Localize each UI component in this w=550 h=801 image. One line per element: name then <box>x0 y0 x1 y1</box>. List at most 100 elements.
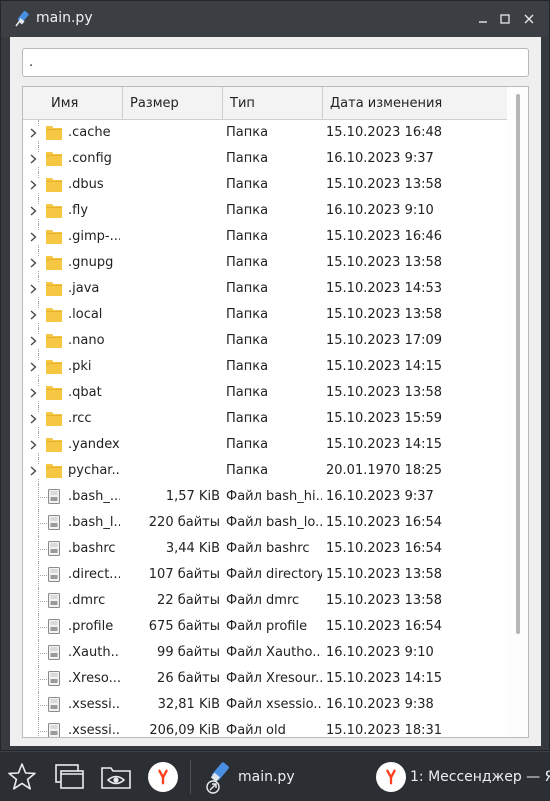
chevron-right-icon[interactable] <box>27 230 39 244</box>
tree-row-folder[interactable]: .dbus Папка 15.10.2023 13:58 <box>23 172 509 198</box>
tree-row-file[interactable]: .direct... 107 байты Файл directory 15.10.2… <box>23 562 509 588</box>
file-name: .local <box>68 307 103 322</box>
file-type: Файл bash_hi... <box>226 489 322 504</box>
tree-row-folder[interactable]: .fly Папка 16.10.2023 9:10 <box>23 198 509 224</box>
maximize-button[interactable] <box>496 10 514 28</box>
file-name: .qbat <box>68 385 102 400</box>
file-modified-date: 15.10.2023 14:53 <box>326 281 443 296</box>
chevron-right-icon[interactable] <box>27 126 39 140</box>
tree-row-file[interactable]: .Xauth... 99 байты Файл Xautho... 16.10.202… <box>23 640 509 666</box>
tree-row-file[interactable]: .dmrc 22 байты Файл dmrc 15.10.2023 13:58 <box>23 588 509 614</box>
file-type: Файл profile <box>226 619 308 634</box>
file-size: 3,44 KiB <box>165 541 220 556</box>
tree-row-folder[interactable]: .pki Папка 15.10.2023 14:15 <box>23 354 509 380</box>
file-icon <box>45 514 63 531</box>
file-type: Файл Xresour... <box>226 671 322 686</box>
tree-row-folder[interactable]: .local Папка 15.10.2023 13:58 <box>23 302 509 328</box>
tree-branch-line <box>38 718 39 737</box>
file-icon <box>45 488 63 505</box>
tree-row-file[interactable]: .profile 675 байты Файл profile 15.10.2023 … <box>23 614 509 640</box>
chevron-right-icon[interactable] <box>27 438 39 452</box>
tree-header: Имя Размер Тип Дата изменения <box>23 87 509 120</box>
tree-row-file[interactable]: .xsessi... 206,09 KiB Файл old 15.10.2023 1… <box>23 718 509 738</box>
chevron-right-icon[interactable] <box>27 152 39 166</box>
tree-row-folder[interactable]: .rcc Папка 15.10.2023 15:59 <box>23 406 509 432</box>
tree-row-folder[interactable]: .config Папка 16.10.2023 9:37 <box>23 146 509 172</box>
tree-row-folder[interactable]: .nano Папка 15.10.2023 17:09 <box>23 328 509 354</box>
tree-row-file[interactable]: .bash_l... 220 байты Файл bash_lo... 15.10.… <box>23 510 509 536</box>
file-modified-date: 15.10.2023 15:59 <box>326 411 443 426</box>
file-size: 99 байты <box>157 645 220 660</box>
file-name: .bash_... <box>68 489 120 504</box>
tree-row-folder[interactable]: .yandex Папка 15.10.2023 14:15 <box>23 432 509 458</box>
file-size: 22 байты <box>157 593 220 608</box>
file-tree-view[interactable]: Имя Размер Тип Дата изменения .cache Папк… <box>22 86 529 738</box>
task-messenger[interactable]: 1: Мессенджер — Я... <box>376 760 550 794</box>
file-type: Файл old <box>226 723 286 738</box>
file-size: 107 байты <box>148 567 220 582</box>
minimize-button[interactable] <box>474 10 492 28</box>
path-input[interactable] <box>22 48 529 77</box>
file-icon <box>45 644 63 661</box>
file-name: .yandex <box>68 437 120 452</box>
scrollbar-thumb[interactable] <box>516 94 520 634</box>
file-icon <box>45 592 63 609</box>
task-main-py[interactable]: main.py <box>202 760 295 794</box>
close-icon <box>524 14 534 24</box>
tree-row-file[interactable]: .bashrc 3,44 KiB Файл bashrc 15.10.2023 16:… <box>23 536 509 562</box>
chevron-right-icon[interactable] <box>27 412 39 426</box>
file-manager-button[interactable] <box>99 760 133 794</box>
file-size: 32,81 KiB <box>157 697 220 712</box>
file-size: 206,09 KiB <box>149 723 220 738</box>
file-icon <box>45 566 63 583</box>
file-modified-date: 16.10.2023 9:10 <box>326 203 434 218</box>
file-modified-date: 15.10.2023 16:54 <box>326 515 443 530</box>
file-name: .bashrc <box>68 541 116 556</box>
chevron-right-icon[interactable] <box>27 360 39 374</box>
chevron-right-icon[interactable] <box>27 464 39 478</box>
close-button[interactable] <box>520 10 538 28</box>
chevron-right-icon[interactable] <box>27 386 39 400</box>
file-icon <box>45 670 63 687</box>
chevron-right-icon[interactable] <box>27 204 39 218</box>
taskbar: main.py 1: Мессенджер — Я... <box>0 751 550 801</box>
file-name: .bash_l... <box>68 515 120 530</box>
title-bar[interactable]: main.py <box>1 1 549 37</box>
tree-row-folder[interactable]: .cache Папка 15.10.2023 16:48 <box>23 120 509 146</box>
tree-row-file[interactable]: .xsessi... 32,81 KiB Файл xsessio... 16.10.… <box>23 692 509 718</box>
chevron-right-icon[interactable] <box>27 334 39 348</box>
column-header-size[interactable]: Размер <box>123 87 223 120</box>
chevron-right-icon[interactable] <box>27 178 39 192</box>
tree-row-file[interactable]: .bash_... 1,57 KiB Файл bash_hi... 16.10.20… <box>23 484 509 510</box>
tree-row-file[interactable]: .Xreso... 26 байты Файл Xresour... 15.10.20… <box>23 666 509 692</box>
folder-icon <box>45 176 63 193</box>
yandex-messenger-icon <box>376 762 406 792</box>
file-name: .xsessi... <box>68 697 120 712</box>
window-switcher-button[interactable] <box>52 760 86 794</box>
file-type: Папка <box>226 281 269 296</box>
folder-icon <box>45 124 63 141</box>
chevron-right-icon[interactable] <box>27 308 39 322</box>
favorites-star-button[interactable] <box>6 760 38 794</box>
column-header-name[interactable]: Имя <box>23 87 123 120</box>
column-header-type[interactable]: Тип <box>223 87 323 120</box>
column-header-date[interactable]: Дата изменения <box>323 87 509 120</box>
file-name: .config <box>68 151 112 166</box>
yandex-browser-button[interactable] <box>148 760 178 794</box>
file-type: Файл dmrc <box>226 593 300 608</box>
python-app-icon <box>13 10 31 28</box>
file-modified-date: 15.10.2023 14:15 <box>326 359 443 374</box>
chevron-right-icon[interactable] <box>27 256 39 270</box>
tree-row-folder[interactable]: .gnupg Папка 15.10.2023 13:58 <box>23 250 509 276</box>
tree-row-folder[interactable]: .qbat Папка 15.10.2023 13:58 <box>23 380 509 406</box>
task-messenger-label: 1: Мессенджер — Я... <box>410 769 550 785</box>
file-modified-date: 15.10.2023 16:54 <box>326 619 443 634</box>
tree-row-folder[interactable]: pychar... Папка 20.01.1970 18:25 <box>23 458 509 484</box>
tree-row-folder[interactable]: .gimp-... Папка 15.10.2023 16:46 <box>23 224 509 250</box>
tree-row-folder[interactable]: .java Папка 15.10.2023 14:53 <box>23 276 509 302</box>
file-size: 1,57 KiB <box>165 489 220 504</box>
vertical-scrollbar[interactable] <box>507 87 528 737</box>
file-modified-date: 15.10.2023 14:15 <box>326 671 443 686</box>
file-name: .Xauth... <box>68 645 120 660</box>
chevron-right-icon[interactable] <box>27 282 39 296</box>
